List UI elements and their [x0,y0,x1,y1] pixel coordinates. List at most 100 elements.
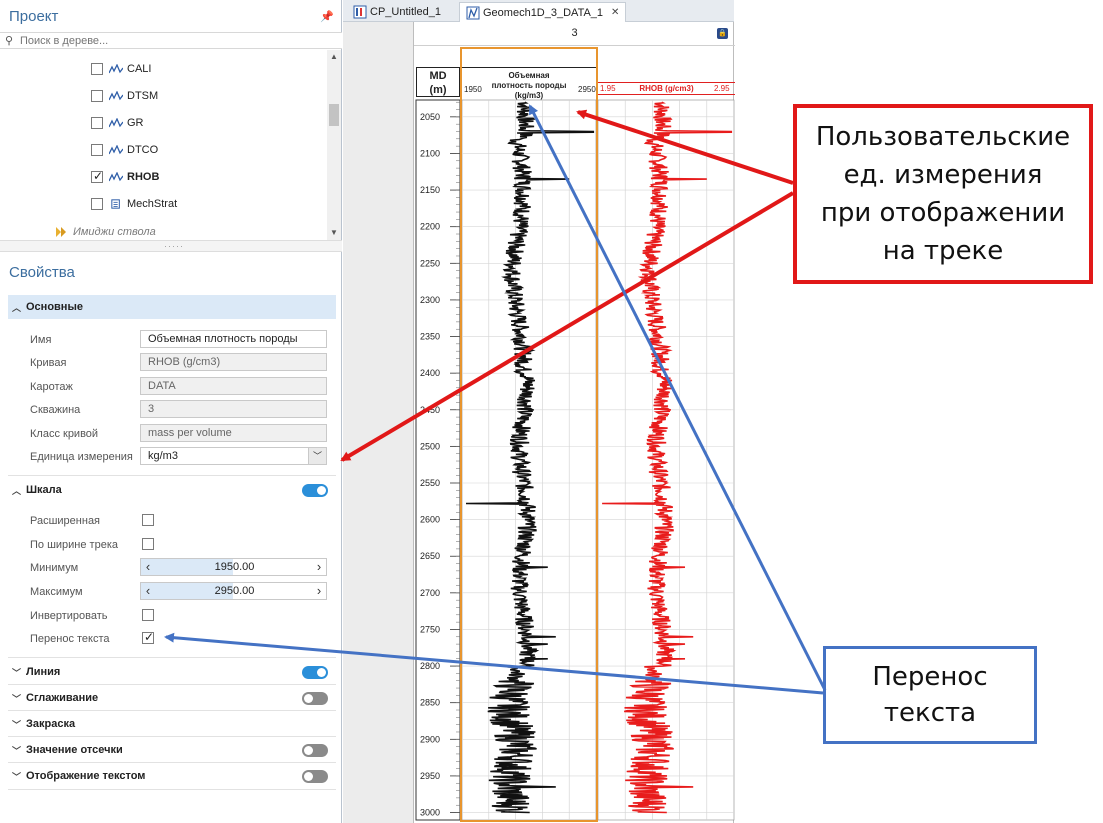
prop-log: Каротаж DATA [30,377,330,397]
min-stepper[interactable]: 1950.00 ‹ › [140,558,327,576]
callout-blue-line: текста [883,698,977,728]
tree-item-dtco[interactable]: DTCO [91,141,158,159]
section-text-display-label: Отображение текстом [26,770,146,782]
project-panel-header: Проект 📌 [0,0,342,32]
tree-checkbox[interactable] [91,117,103,129]
tree-search-bar[interactable]: ⚲ [0,32,342,49]
well-log-plot[interactable]: 3 🔒 MD (m) Объемная плотность породы (kg… [413,22,735,823]
section-text-display[interactable]: ﹀ Отображение текстом [8,764,336,788]
scroll-down-icon[interactable]: ▼ [330,228,338,237]
section-line-label: Линия [26,666,61,678]
track-width-checkbox[interactable] [142,538,154,550]
divider [8,657,336,658]
tree-checkbox[interactable] [91,198,103,210]
unit-dropdown[interactable]: kg/m3 ﹀ [140,447,327,465]
cutoff-toggle[interactable] [302,744,328,757]
prop-extended-label: Расширенная [30,515,101,527]
scroll-up-icon[interactable]: ▲ [330,52,338,61]
toggle-knob [317,486,326,495]
tab-geomech1d[interactable]: Geomech1D_3_DATA_1 ✕ [459,2,627,22]
section-main[interactable]: ︿ Основные [8,295,336,319]
curve-class-field: mass per volume [140,424,327,442]
section-fill-label: Закраска [26,718,76,730]
tree-folder-borehole-images[interactable]: Имиджи ствола [50,226,156,238]
chevron-left-icon[interactable]: ‹ [141,559,155,575]
callout-red-line: при отображении [820,198,1066,228]
depth-tick-label: 2250 [420,258,440,268]
unit-dropdown-value: kg/m3 [148,450,178,462]
tree-item-dtsm[interactable]: DTSM [91,87,158,105]
tree-scrollbar[interactable]: ▲ ▼ [327,50,341,240]
tab-cp-untitled[interactable]: CP_Untitled_1 [347,2,447,22]
close-icon[interactable]: ✕ [611,7,619,18]
tree-search-input[interactable] [20,34,320,47]
min-value: 1950.00 [214,561,255,573]
tree-checkbox[interactable] [91,169,103,183]
divider [8,684,336,685]
log-curve-icon [109,91,123,101]
name-field[interactable]: Объемная плотность породы [140,330,327,348]
prop-log-label: Каротаж [30,381,73,393]
prop-well: Скважина 3 [30,400,330,420]
line-toggle[interactable] [302,666,328,679]
depth-tick-label: 2100 [420,148,440,158]
project-panel-title: Проект [9,8,59,25]
chevron-up-icon: ︿ [12,485,22,496]
prop-name: Имя Объемная плотность породы [30,330,330,350]
prop-extended: Расширенная [30,511,330,531]
depth-tick-label: 2600 [420,515,440,525]
geomech-icon [466,6,480,19]
prop-invert-label: Инвертировать [30,610,108,622]
tree-item-label: DTSM [127,90,159,102]
pin-icon[interactable]: 📌 [320,10,334,23]
chevron-down-icon[interactable]: ﹀ [308,448,326,464]
tree-item-label: MechStrat [127,198,178,210]
tree-checkbox[interactable] [91,90,103,102]
section-cutoff[interactable]: ﹀ Значение отсечки [8,738,336,762]
log-curve-icon [109,118,123,128]
chevron-down-icon: ﹀ [12,771,22,782]
depth-tick-label: 2350 [420,332,440,342]
well-field: 3 [140,400,327,418]
prop-curve-label: Кривая [30,357,67,369]
chevron-up-icon: ︿ [12,302,22,313]
section-line[interactable]: ﹀ Линия [8,660,336,684]
section-main-label: Основные [26,301,83,313]
depth-tick-label: 3000 [420,808,440,818]
wrap-text-checkbox[interactable] [142,630,154,644]
tree-checkbox[interactable] [91,144,103,156]
smoothing-toggle[interactable] [302,692,328,705]
panel-splitter[interactable]: ····· [0,240,342,252]
section-smoothing[interactable]: ﹀ Сглаживание [8,686,336,710]
document-tabbar: CP_Untitled_1 Geomech1D_3_DATA_1 ✕ [343,0,734,22]
log-curve-icon [109,64,123,74]
chevron-right-icon[interactable]: › [312,559,326,575]
max-stepper[interactable]: 2950.00 ‹ › [140,582,327,600]
toggle-knob [304,772,313,781]
chevron-right-icon[interactable]: › [312,583,326,599]
md-track [415,99,461,821]
scroll-thumb[interactable] [329,104,339,126]
depth-tick-label: 2400 [420,368,440,378]
tree-item-gr[interactable]: GR [91,114,144,132]
tree-item-cali[interactable]: CALI [91,60,151,78]
callout-custom-units: Пользовательские ед. измерения при отобр… [793,104,1093,284]
scale-toggle[interactable] [302,484,328,497]
invert-checkbox[interactable] [142,609,154,621]
section-fill[interactable]: ﹀ Закраска [8,712,336,736]
prop-wrap-label: Перенос текста [30,633,110,645]
tree-checkbox[interactable] [91,63,103,75]
extended-checkbox[interactable] [142,514,154,526]
chevron-down-icon: ﹀ [12,719,22,730]
prop-invert: Инвертировать [30,606,330,626]
depth-tick-label: 2950 [420,771,440,781]
divider [8,789,336,790]
chevron-left-icon[interactable]: ‹ [141,583,155,599]
depth-tick-label: 2050 [420,112,440,122]
section-scale[interactable]: ︿ Шкала [8,478,336,502]
text-display-toggle[interactable] [302,770,328,783]
prop-well-label: Скважина [30,404,81,416]
prop-track-width: По ширине трека [30,535,330,555]
tree-item-rhob[interactable]: RHOB [91,168,159,186]
tree-item-mechstrat[interactable]: MechStrat [91,195,177,213]
